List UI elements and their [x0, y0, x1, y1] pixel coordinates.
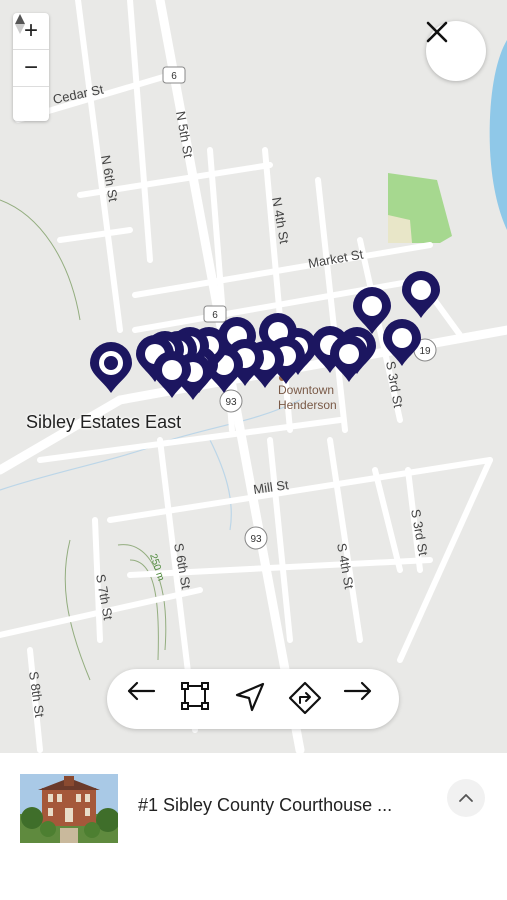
directions-icon — [288, 681, 322, 715]
directions-button[interactable] — [288, 681, 324, 717]
map-canvas[interactable]: Cedar St N 6th St N 5th St N 4th St Mark… — [0, 0, 507, 753]
north-arrow-icon — [15, 14, 25, 34]
location-card[interactable]: #1 Sibley County Courthouse ... — [0, 753, 507, 900]
courthouse-image — [20, 774, 118, 843]
route-shield-6-mid: 6 — [212, 310, 218, 321]
map-toolbar — [107, 669, 399, 729]
arrow-right-icon — [343, 681, 372, 701]
street-label-s3-top: S 3rd St — [383, 360, 406, 409]
street-label-s3-bottom: S 3rd St — [408, 508, 431, 557]
selected-map-marker[interactable] — [90, 342, 132, 393]
contour-lines — [0, 199, 167, 681]
poi-label: Downtown Henderson — [278, 383, 337, 413]
zoom-control: + − — [13, 13, 49, 121]
poi-label-line1: Downtown — [278, 383, 335, 397]
map-marker[interactable] — [402, 271, 440, 318]
zoom-out-button[interactable]: − — [13, 49, 49, 86]
expand-button[interactable] — [447, 779, 485, 817]
route-shield-19: 19 — [419, 346, 431, 357]
locate-button[interactable] — [234, 681, 270, 717]
location-title[interactable]: #1 Sibley County Courthouse ... — [138, 795, 392, 816]
map-marker[interactable] — [330, 335, 368, 382]
north-arrow-button[interactable] — [13, 14, 49, 123]
next-button[interactable] — [343, 681, 379, 717]
route-shield-93-b: 93 — [250, 534, 262, 545]
chevron-up-icon — [459, 794, 473, 802]
map-view[interactable]: Cedar St N 6th St N 5th St N 4th St Mark… — [0, 0, 507, 753]
fit-bounds-button[interactable] — [180, 681, 216, 717]
route-shield-6-top: 6 — [171, 71, 177, 82]
map-marker[interactable] — [353, 287, 391, 334]
arrow-left-icon — [127, 681, 156, 701]
previous-button[interactable] — [126, 681, 162, 717]
fit-bounds-icon — [181, 682, 209, 710]
close-icon — [426, 21, 448, 43]
place-label: Sibley Estates East — [26, 412, 182, 432]
contour-elevation-label: 250 m — [147, 553, 166, 583]
street-label-market: Market St — [307, 246, 365, 270]
river — [489, 40, 507, 230]
street-label-n5: N 5th St — [173, 110, 196, 159]
navigation-icon — [235, 682, 265, 712]
route-shield-93-a: 93 — [225, 397, 237, 408]
courthouse-thumbnail[interactable] — [20, 774, 118, 843]
close-button[interactable] — [426, 21, 486, 81]
street-label-s8: S 8th St — [26, 670, 47, 718]
poi-label-line2: Henderson — [278, 398, 337, 412]
